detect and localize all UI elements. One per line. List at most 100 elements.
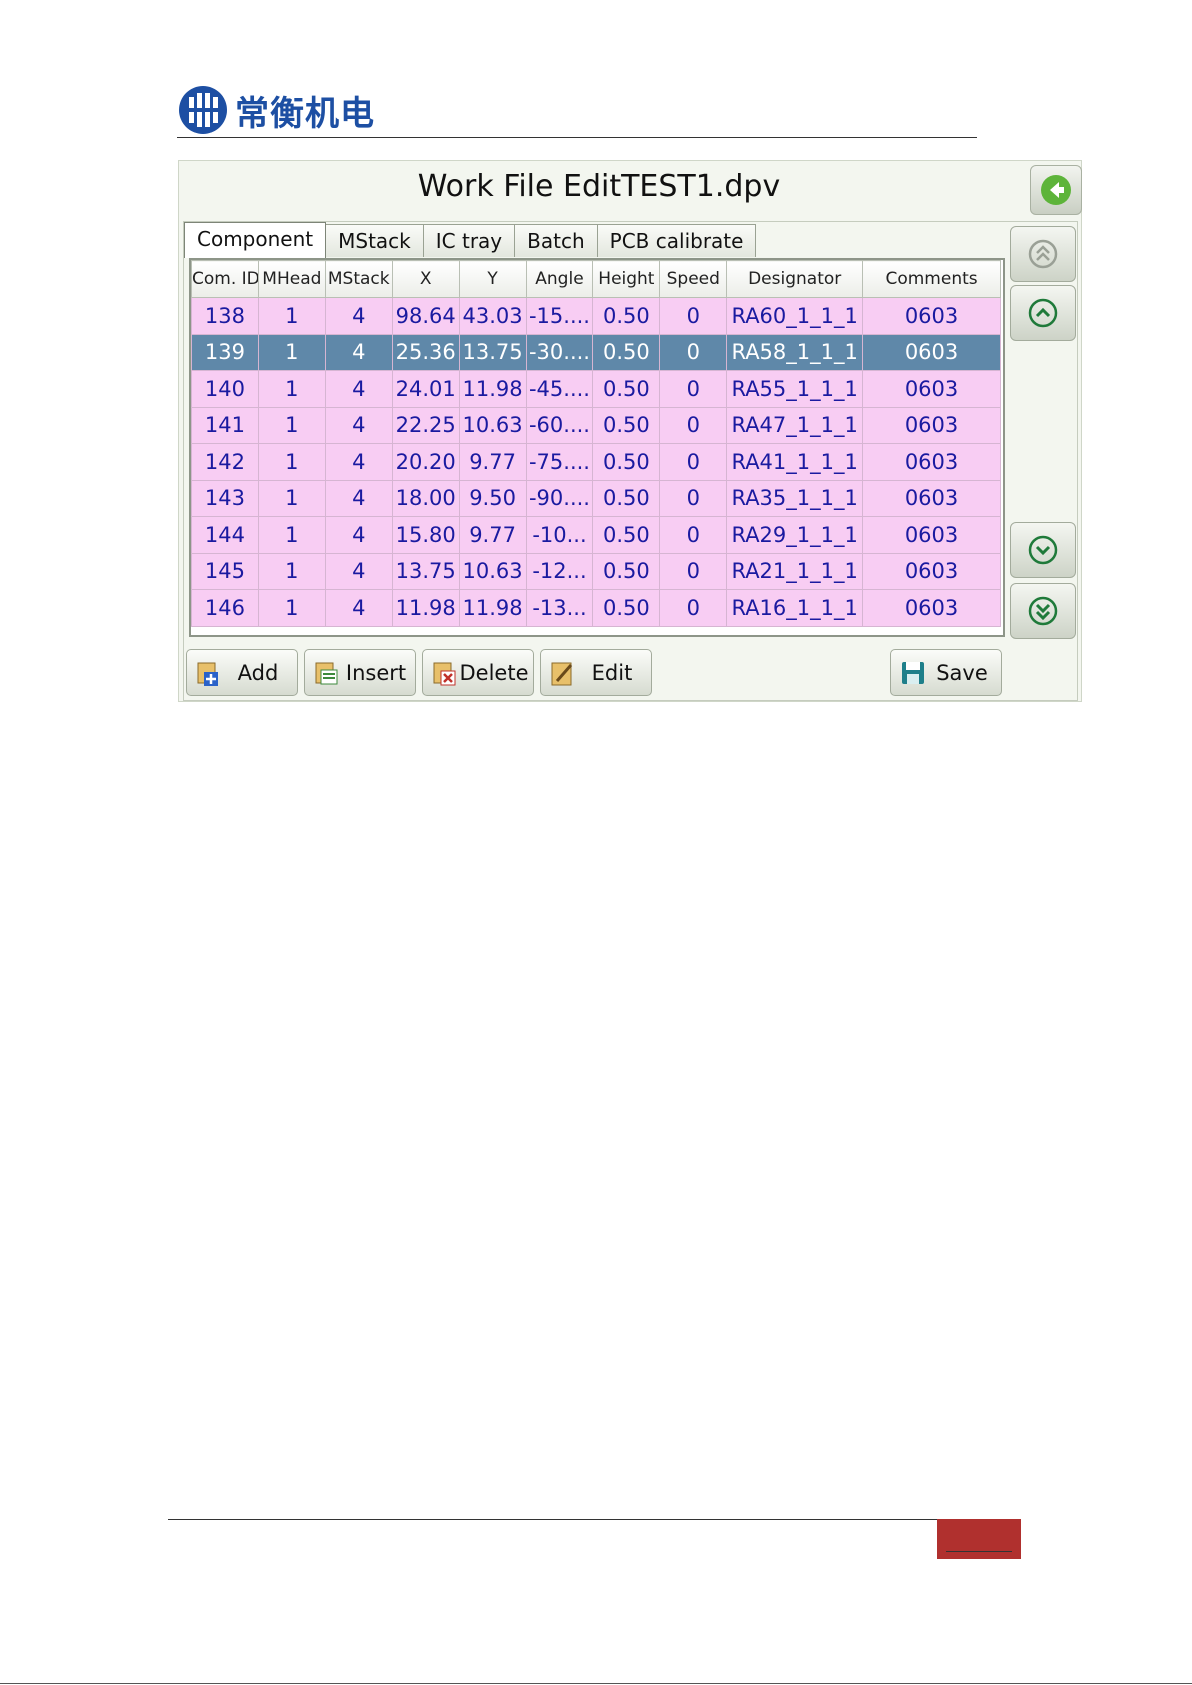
cell-y[interactable]: 9.77 (458, 443, 527, 481)
cell-id[interactable]: 141 (191, 406, 259, 444)
column-header[interactable]: Angle (525, 260, 594, 298)
column-header[interactable]: Designator (726, 260, 864, 298)
cell-height[interactable]: 0.50 (592, 333, 661, 371)
cell-comments[interactable]: 0603 (862, 370, 1001, 408)
cell-comments[interactable]: 0603 (862, 516, 1001, 554)
cell-speed[interactable]: 0 (659, 516, 728, 554)
delete-button[interactable]: Delete (422, 649, 534, 696)
cell-height[interactable]: 0.50 (592, 370, 661, 408)
cell-speed[interactable]: 0 (659, 552, 728, 590)
cell-id[interactable]: 143 (191, 479, 259, 517)
cell-designator[interactable]: RA55_1_1_1 (726, 370, 864, 408)
cell-id[interactable]: 146 (191, 589, 259, 627)
cell-mhead[interactable]: 1 (257, 589, 326, 627)
back-button[interactable] (1030, 165, 1082, 215)
cell-y[interactable]: 10.63 (458, 552, 527, 590)
cell-mstack[interactable]: 4 (324, 516, 393, 554)
cell-comments[interactable]: 0603 (862, 333, 1001, 371)
cell-id[interactable]: 142 (191, 443, 259, 481)
cell-height[interactable]: 0.50 (592, 297, 661, 335)
cell-mstack[interactable]: 4 (324, 370, 393, 408)
cell-designator[interactable]: RA21_1_1_1 (726, 552, 864, 590)
cell-designator[interactable]: RA16_1_1_1 (726, 589, 864, 627)
cell-angle[interactable]: -75.... (525, 443, 594, 481)
tab-batch[interactable]: Batch (514, 224, 598, 257)
cell-y[interactable]: 10.63 (458, 406, 527, 444)
add-button[interactable]: Add (186, 649, 298, 696)
cell-x[interactable]: 25.36 (391, 333, 460, 371)
cell-x[interactable]: 24.01 (391, 370, 460, 408)
edit-button[interactable]: Edit (540, 649, 652, 696)
cell-angle[interactable]: -13... (525, 589, 594, 627)
cell-x[interactable]: 18.00 (391, 479, 460, 517)
column-header[interactable]: Height (592, 260, 661, 298)
cell-designator[interactable]: RA47_1_1_1 (726, 406, 864, 444)
cell-y[interactable]: 9.50 (458, 479, 527, 517)
column-header[interactable]: MHead (257, 260, 326, 298)
cell-angle[interactable]: -60.... (525, 406, 594, 444)
cell-mstack[interactable]: 4 (324, 552, 393, 590)
cell-designator[interactable]: RA41_1_1_1 (726, 443, 864, 481)
cell-designator[interactable]: RA29_1_1_1 (726, 516, 864, 554)
cell-x[interactable]: 13.75 (391, 552, 460, 590)
cell-x[interactable]: 20.20 (391, 443, 460, 481)
table-row[interactable]: 144 1 4 15.80 9.77 -10... 0.50 0 RA29_1_1_1 0603 (191, 516, 1001, 554)
cell-x[interactable]: 98.64 (391, 297, 460, 335)
column-header[interactable]: X (391, 260, 460, 298)
cell-angle[interactable]: -10... (525, 516, 594, 554)
cell-comments[interactable]: 0603 (862, 406, 1001, 444)
cell-mhead[interactable]: 1 (257, 516, 326, 554)
scroll-top-button[interactable] (1010, 226, 1076, 282)
tab-component[interactable]: Component (184, 222, 327, 258)
cell-mstack[interactable]: 4 (324, 297, 393, 335)
cell-mhead[interactable]: 1 (257, 333, 326, 371)
table-row[interactable]: 140 1 4 24.01 11.98 -45.... 0.50 0 RA55_1_1_1 060… (191, 370, 1001, 408)
cell-speed[interactable]: 0 (659, 479, 728, 517)
cell-id[interactable]: 139 (191, 333, 259, 371)
cell-id[interactable]: 140 (191, 370, 259, 408)
cell-id[interactable]: 145 (191, 552, 259, 590)
cell-angle[interactable]: -90.... (525, 479, 594, 517)
cell-height[interactable]: 0.50 (592, 552, 661, 590)
scroll-down-button[interactable] (1010, 522, 1076, 578)
column-header[interactable]: MStack (324, 260, 393, 298)
cell-y[interactable]: 13.75 (458, 333, 527, 371)
cell-angle[interactable]: -15.... (525, 297, 594, 335)
cell-mhead[interactable]: 1 (257, 406, 326, 444)
column-header[interactable]: Com. ID (191, 260, 259, 298)
scroll-up-button[interactable] (1010, 285, 1076, 341)
cell-x[interactable]: 15.80 (391, 516, 460, 554)
cell-height[interactable]: 0.50 (592, 516, 661, 554)
cell-angle[interactable]: -45.... (525, 370, 594, 408)
table-row[interactable]: 146 1 4 11.98 11.98 -13... 0.50 0 RA16_1_1_1 0603 (191, 589, 1001, 627)
cell-mhead[interactable]: 1 (257, 297, 326, 335)
insert-button[interactable]: Insert (304, 649, 416, 696)
save-button[interactable]: Save (890, 649, 1002, 696)
cell-angle[interactable]: -12... (525, 552, 594, 590)
cell-speed[interactable]: 0 (659, 370, 728, 408)
cell-y[interactable]: 9.77 (458, 516, 527, 554)
cell-mhead[interactable]: 1 (257, 370, 326, 408)
cell-comments[interactable]: 0603 (862, 589, 1001, 627)
cell-designator[interactable]: RA58_1_1_1 (726, 333, 864, 371)
table-row[interactable]: 139 1 4 25.36 13.75 -30.... 0.50 0 RA58_1_1_1 060… (191, 333, 1001, 371)
cell-angle[interactable]: -30.... (525, 333, 594, 371)
cell-mhead[interactable]: 1 (257, 443, 326, 481)
cell-mstack[interactable]: 4 (324, 443, 393, 481)
cell-mstack[interactable]: 4 (324, 333, 393, 371)
cell-id[interactable]: 144 (191, 516, 259, 554)
cell-comments[interactable]: 0603 (862, 443, 1001, 481)
table-row[interactable]: 141 1 4 22.25 10.63 -60.... 0.50 0 RA47_1_1_1 060… (191, 406, 1001, 444)
column-header[interactable]: Y (458, 260, 527, 298)
tab-ic-tray[interactable]: IC tray (422, 224, 516, 257)
table-row[interactable]: 145 1 4 13.75 10.63 -12... 0.50 0 RA21_1_1_1 0603 (191, 552, 1001, 590)
cell-designator[interactable]: RA60_1_1_1 (726, 297, 864, 335)
cell-mstack[interactable]: 4 (324, 589, 393, 627)
cell-speed[interactable]: 0 (659, 333, 728, 371)
cell-y[interactable]: 11.98 (458, 370, 527, 408)
cell-y[interactable]: 43.03 (458, 297, 527, 335)
cell-x[interactable]: 11.98 (391, 589, 460, 627)
cell-speed[interactable]: 0 (659, 297, 728, 335)
scroll-bottom-button[interactable] (1010, 583, 1076, 639)
cell-mstack[interactable]: 4 (324, 406, 393, 444)
